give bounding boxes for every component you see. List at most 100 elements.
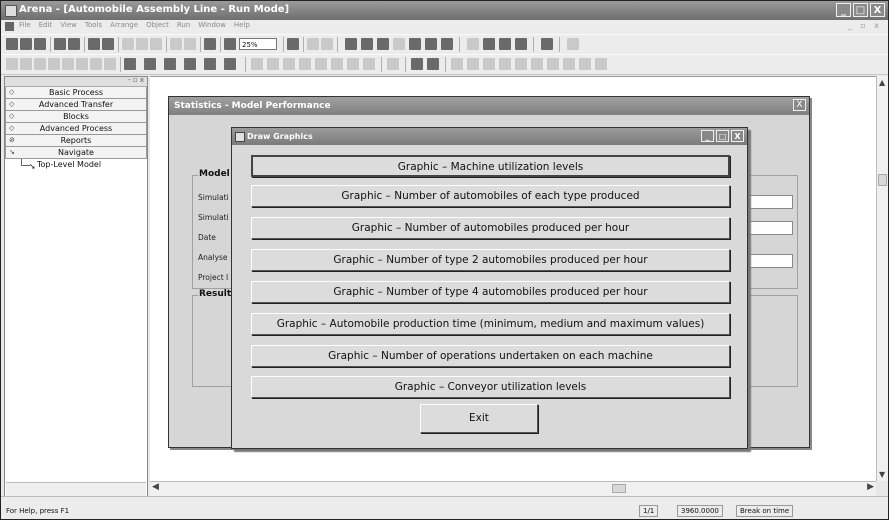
graphic-type2-per-hour-button[interactable]: Graphic – Number of type 2 automobiles p… [251, 249, 730, 271]
polyline-tool-icon[interactable] [20, 58, 32, 70]
maximize-button[interactable]: □ [853, 3, 868, 17]
context-help-icon[interactable] [567, 38, 579, 50]
project-bar-controls[interactable]: - ▫ x [128, 76, 144, 84]
grid-icon[interactable] [563, 58, 575, 70]
scroll-right-icon[interactable]: ▶ [867, 482, 874, 492]
network-icon[interactable] [427, 58, 439, 70]
line-width-icon[interactable] [204, 58, 216, 70]
line-tool-icon[interactable] [6, 58, 18, 70]
line-color-icon[interactable] [124, 58, 136, 70]
end-icon[interactable] [425, 38, 437, 50]
variable-icon[interactable] [515, 38, 527, 50]
distance-icon[interactable] [411, 58, 423, 70]
text-tool-icon[interactable] [104, 58, 116, 70]
menu-window[interactable]: Window [198, 21, 226, 29]
snap-icon[interactable] [547, 58, 559, 70]
layers-small-icon[interactable] [579, 58, 591, 70]
flip-icon[interactable] [483, 58, 495, 70]
menu-view[interactable]: View [60, 21, 77, 29]
cut-icon[interactable] [122, 38, 134, 50]
ungroup-icon[interactable] [531, 58, 543, 70]
station-icon[interactable] [331, 58, 343, 70]
panel-basic-process[interactable]: ◇ Basic Process [5, 87, 147, 99]
graphic-production-time-button[interactable]: Graphic – Automobile production time (mi… [251, 313, 730, 335]
connect-icon[interactable] [307, 38, 319, 50]
animate-icon[interactable] [483, 38, 495, 50]
paste-icon[interactable] [150, 38, 162, 50]
text-color-icon[interactable] [164, 58, 176, 70]
close-button[interactable]: X [870, 3, 885, 17]
transporter-icon[interactable] [315, 58, 327, 70]
graphic-operations-per-machine-button[interactable]: Graphic – Number of operations undertake… [251, 345, 730, 367]
graphic-automobiles-per-hour-button[interactable]: Graphic – Number of automobiles produced… [251, 217, 730, 239]
arc-tool-icon[interactable] [34, 58, 46, 70]
smart-connect-icon[interactable] [321, 38, 333, 50]
draw-icon[interactable] [467, 38, 479, 50]
pause-icon[interactable] [393, 38, 405, 50]
graphic-conveyor-utilization-button[interactable]: Graphic – Conveyor utilization levels [251, 376, 730, 398]
menu-file[interactable]: File [19, 21, 31, 29]
new-icon[interactable] [6, 38, 18, 50]
background-color-icon[interactable] [184, 58, 196, 70]
segment-icon[interactable] [387, 58, 399, 70]
layers-icon[interactable] [287, 38, 299, 50]
fast-forward-icon[interactable] [377, 38, 389, 50]
save-icon[interactable] [34, 38, 46, 50]
vertical-scroll-thumb[interactable] [878, 174, 887, 186]
print-icon[interactable] [88, 38, 100, 50]
menu-edit[interactable]: Edit [39, 21, 53, 29]
menu-help[interactable]: Help [234, 21, 250, 29]
step-icon[interactable] [361, 38, 373, 50]
exit-button[interactable]: Exit [420, 404, 538, 433]
horizontal-scrollbar[interactable]: ◀ ▶ [150, 481, 876, 496]
ellipse-tool-icon[interactable] [90, 58, 102, 70]
go-icon[interactable] [345, 38, 357, 50]
menu-run[interactable]: Run [177, 21, 190, 29]
template-attach-icon[interactable] [54, 38, 66, 50]
distribute-icon[interactable] [467, 58, 479, 70]
box-tool-icon[interactable] [62, 58, 74, 70]
panel-reports[interactable]: ⊘ Reports [5, 135, 147, 147]
queue-icon[interactable] [251, 58, 263, 70]
graphic-machine-utilization-button[interactable]: Graphic – Machine utilization levels [251, 155, 730, 177]
project-bar-scrollbar[interactable] [6, 482, 146, 497]
plot-icon[interactable] [499, 38, 511, 50]
panel-blocks[interactable]: ◇ Blocks [5, 111, 147, 123]
polygon-tool-icon[interactable] [76, 58, 88, 70]
start-over-icon[interactable] [409, 38, 421, 50]
graphic-automobiles-by-type-button[interactable]: Graphic – Number of automobiles of each … [251, 185, 730, 207]
align-icon[interactable] [451, 58, 463, 70]
fill-color-icon[interactable] [144, 58, 156, 70]
panel-navigate[interactable]: ↘ Navigate [5, 147, 147, 159]
check-model-icon[interactable] [441, 38, 453, 50]
mdi-controls[interactable]: _ ▫ x [848, 21, 882, 30]
panel-advanced-process[interactable]: ◇ Advanced Process [5, 123, 147, 135]
statistics-close-button[interactable]: X [793, 99, 806, 111]
panel-advanced-transfer[interactable]: ◇ Advanced Transfer [5, 99, 147, 111]
open-icon[interactable] [20, 38, 32, 50]
tree-item-top-level-model[interactable]: ➘ Top-Level Model [5, 159, 147, 171]
undo-icon[interactable] [170, 38, 182, 50]
redo-icon[interactable] [184, 38, 196, 50]
scroll-up-icon[interactable]: ▲ [879, 78, 885, 87]
vertical-scrollbar[interactable]: ▲ ▼ [876, 76, 888, 481]
group-icon[interactable] [515, 58, 527, 70]
menu-arrange[interactable]: Arrange [110, 21, 138, 29]
graphic-type4-per-hour-button[interactable]: Graphic – Number of type 4 automobiles p… [251, 281, 730, 303]
view-region-icon[interactable] [204, 38, 216, 50]
menu-tools[interactable]: Tools [85, 21, 102, 29]
minimize-button[interactable]: _ [836, 3, 851, 17]
resource-icon[interactable] [283, 58, 295, 70]
zoom-icon[interactable] [224, 38, 236, 50]
global-icon[interactable] [299, 58, 311, 70]
scroll-down-icon[interactable]: ▼ [879, 470, 885, 479]
line-style-icon[interactable] [224, 58, 236, 70]
template-detach-icon[interactable] [68, 38, 80, 50]
draw-minimize-button[interactable]: _ [701, 130, 714, 142]
properties-icon[interactable] [595, 58, 607, 70]
intersection-icon[interactable] [347, 58, 359, 70]
menu-object[interactable]: Object [146, 21, 169, 29]
scroll-left-icon[interactable]: ◀ [152, 482, 159, 492]
draw-maximize-button[interactable]: □ [716, 130, 729, 142]
horizontal-scroll-thumb[interactable] [612, 484, 626, 493]
